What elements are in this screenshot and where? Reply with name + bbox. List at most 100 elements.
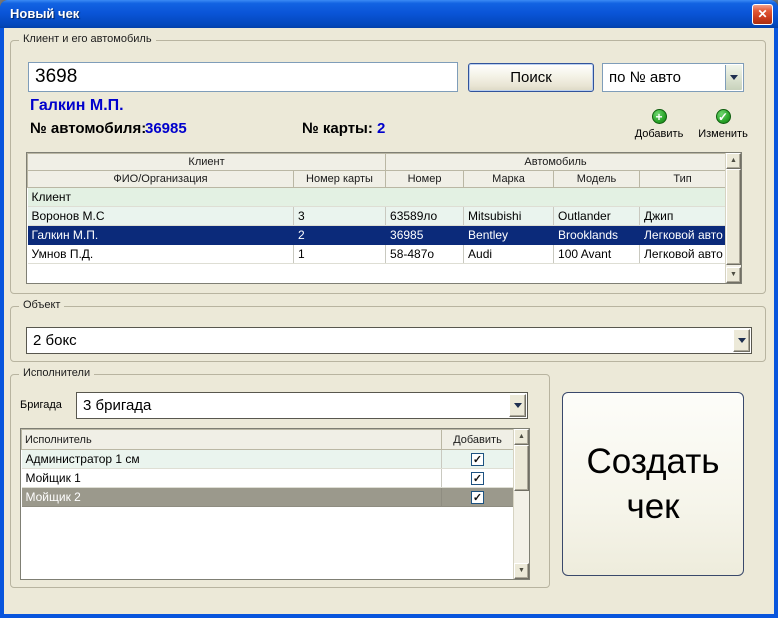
brigade-dropdown-button[interactable] <box>509 394 526 417</box>
cell-executor-name: Мойщик 1 <box>21 468 442 488</box>
object-combobox[interactable]: 2 бокс <box>26 327 752 354</box>
column-header-model: Модель <box>553 170 641 188</box>
group-header-car: Автомобиль <box>385 153 727 171</box>
arrow-up-icon: ▲ <box>518 433 525 440</box>
cell-model: 100 Avant <box>553 244 641 264</box>
close-icon: ✕ <box>757 7 768 21</box>
cell-fio: Галкин М.П. <box>27 225 294 245</box>
brigade-combobox[interactable]: 3 бригада <box>76 392 528 419</box>
column-header-card: Номер карты <box>292 170 387 188</box>
grid-group-header-row: Клиент Автомобиль <box>26 153 727 171</box>
edit-label: Изменить <box>698 128 748 140</box>
cell-type: Джип <box>639 206 727 226</box>
search-button[interactable]: Поиск <box>468 63 594 92</box>
group-header-client: Клиент <box>26 153 387 171</box>
executors-grid: Исполнитель Добавить Администратор 1 см … <box>20 428 530 580</box>
edit-icon: ✓ <box>715 109 731 124</box>
executors-group-title: Исполнители <box>19 367 95 379</box>
column-header-add: Добавить <box>441 429 514 450</box>
cell-executor-name: Мойщик 2 <box>21 487 442 507</box>
object-group-title: Объект <box>19 299 65 311</box>
scroll-down-button[interactable]: ▼ <box>514 563 529 579</box>
chevron-down-icon <box>737 338 746 343</box>
cell-card: 2 <box>293 225 387 245</box>
list-item[interactable]: Администратор 1 см ✓ <box>21 449 514 469</box>
group-row-label: Клиент <box>27 187 727 207</box>
cell-model: Outlander <box>553 206 641 226</box>
clients-grid: Клиент Автомобиль ФИО/Организация Номер … <box>26 152 742 284</box>
table-row-selected[interactable]: Галкин М.П. 2 36985 Bentley Brooklands Л… <box>27 225 727 245</box>
executor-checkbox[interactable]: ✓ <box>471 472 484 486</box>
cell-model: Brooklands <box>553 225 641 245</box>
search-mode-value: по № авто <box>609 69 681 86</box>
arrow-up-icon: ▲ <box>730 157 737 164</box>
scroll-up-button[interactable]: ▲ <box>514 429 529 445</box>
search-input[interactable] <box>28 62 458 92</box>
check-icon: ✓ <box>472 473 483 486</box>
cell-add: ✓ <box>441 487 514 507</box>
cell-number: 36985 <box>385 225 465 245</box>
window-title: Новый чек <box>10 6 80 21</box>
column-header-fio: ФИО/Организация <box>27 170 294 188</box>
scroll-up-button[interactable]: ▲ <box>726 153 741 169</box>
grid-column-header-row: ФИО/Организация Номер карты Номер Марка … <box>27 170 727 188</box>
executor-checkbox[interactable]: ✓ <box>471 491 484 505</box>
chevron-down-icon <box>730 75 738 80</box>
table-row[interactable]: Воронов М.С 3 63589ло Mitsubishi Outland… <box>27 206 727 226</box>
car-number-value: 36985 <box>145 120 187 137</box>
cell-card: 1 <box>293 244 387 264</box>
brigade-label: Бригада <box>20 399 62 411</box>
card-number-value: 2 <box>377 120 386 137</box>
close-button[interactable]: ✕ <box>752 4 773 25</box>
object-dropdown-button[interactable] <box>733 329 750 352</box>
search-mode-combobox[interactable]: по № авто <box>602 63 744 92</box>
column-header-type: Тип <box>639 170 727 188</box>
cell-brand: Bentley <box>463 225 555 245</box>
cell-fio: Воронов М.С <box>27 206 294 226</box>
found-client-name: Галкин М.П. <box>30 97 124 114</box>
column-header-number: Номер <box>385 170 465 188</box>
scrollbar-thumb[interactable] <box>514 445 529 491</box>
cell-card: 3 <box>293 206 387 226</box>
vertical-scrollbar[interactable]: ▲ ▼ <box>725 153 741 283</box>
add-icon: + <box>651 109 667 124</box>
add-label: Добавить <box>634 128 684 140</box>
cell-number: 58-487о <box>385 244 465 264</box>
create-receipt-button[interactable]: Создать чек <box>562 392 744 576</box>
grid-group-row[interactable]: Клиент <box>27 187 727 207</box>
edit-client-button[interactable]: ✓ Изменить <box>692 108 754 140</box>
table-row[interactable]: Умнов П.Д. 1 58-487о Audi 100 Avant Легк… <box>27 244 727 264</box>
list-item[interactable]: Мойщик 1 ✓ <box>21 468 514 488</box>
cell-add: ✓ <box>441 468 514 488</box>
arrow-down-icon: ▼ <box>518 567 525 574</box>
title-bar[interactable]: Новый чек ✕ <box>0 0 778 28</box>
executors-header-row: Исполнитель Добавить <box>21 429 514 450</box>
cell-fio: Умнов П.Д. <box>27 244 294 264</box>
cell-add: ✓ <box>441 449 514 469</box>
cell-type: Легковой авто <box>639 244 727 264</box>
chevron-down-icon <box>513 403 522 408</box>
add-client-button[interactable]: + Добавить <box>628 108 690 140</box>
car-number-label: № автомобиля: <box>30 120 147 137</box>
client-group-title: Клиент и его автомобиль <box>19 33 156 45</box>
list-item-selected[interactable]: Мойщик 2 ✓ <box>21 487 514 507</box>
scrollbar-thumb[interactable] <box>726 169 741 265</box>
column-header-brand: Марка <box>463 170 555 188</box>
cell-number: 63589ло <box>385 206 465 226</box>
brigade-value: 3 бригада <box>83 397 152 414</box>
search-mode-dropdown-button[interactable] <box>725 65 742 90</box>
cell-brand: Mitsubishi <box>463 206 555 226</box>
cell-type: Легковой авто <box>639 225 727 245</box>
card-number-label: № карты: <box>302 120 373 137</box>
vertical-scrollbar[interactable]: ▲ ▼ <box>513 429 529 579</box>
cell-brand: Audi <box>463 244 555 264</box>
cell-executor-name: Администратор 1 см <box>21 449 442 469</box>
arrow-down-icon: ▼ <box>730 271 737 278</box>
column-header-executor: Исполнитель <box>21 429 442 450</box>
check-icon: ✓ <box>472 454 483 467</box>
object-value: 2 бокс <box>33 332 77 349</box>
check-icon: ✓ <box>472 492 483 505</box>
executor-checkbox[interactable]: ✓ <box>471 453 484 467</box>
dialog-window: Новый чек ✕ Клиент и его автомобиль Поис… <box>0 0 778 618</box>
scroll-down-button[interactable]: ▼ <box>726 267 741 283</box>
